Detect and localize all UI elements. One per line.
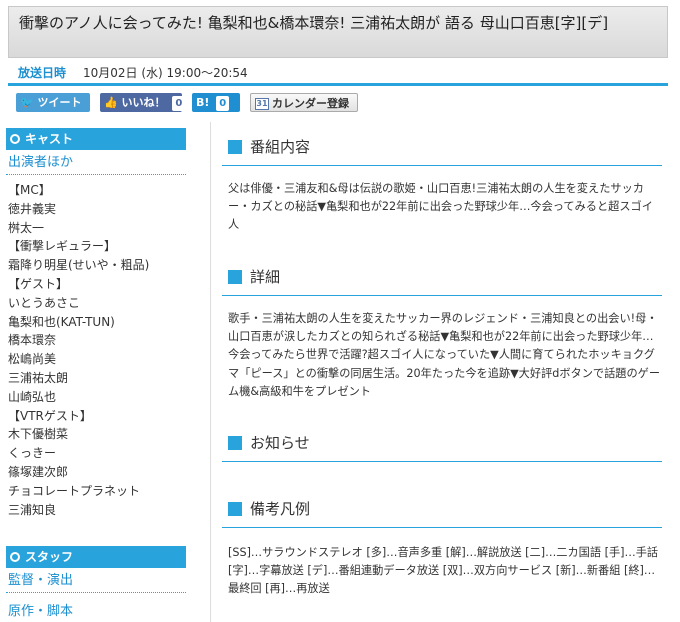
square-bullet-icon <box>228 436 242 450</box>
section-body-detail: 歌手・三浦祐太朗の人生を変えたサッカー界のレジェンド・三浦知良との出会い!母・山… <box>228 312 661 398</box>
list-item: チョコレートプラネット <box>8 483 141 498</box>
cast-list: 【MC】 徳井義実 桝太一 【衝撃レギュラー】 霜降り明星(せいや・粗品) 【ゲ… <box>6 181 186 519</box>
square-bullet-icon <box>228 502 242 516</box>
circle-bullet-icon <box>10 552 20 563</box>
list-item: 桝太一 <box>8 220 45 235</box>
airtime-value: 10月02日 (水) 19:00～20:54 <box>83 66 248 80</box>
list-item: 亀梨和也(KAT-TUN) <box>8 314 115 329</box>
section-heading-notice: お知らせ <box>222 422 662 462</box>
section-body-legend: [SS]…サラウンドステレオ [多]…音声多重 [解]…解説放送 [二]…二カ国… <box>228 546 659 596</box>
list-item: いとうあさこ <box>8 295 81 310</box>
list-item: 霜降り明星(せいや・粗品) <box>8 258 150 273</box>
cast-heading: キャスト <box>6 128 186 150</box>
square-bullet-icon <box>228 270 242 284</box>
list-item: 山崎弘也 <box>8 389 57 404</box>
staff-subheading-writer: 原作・脚本 <box>6 601 186 622</box>
sidebar: キャスト 出演者ほか 【MC】 徳井義実 桝太一 【衝撃レギュラー】 霜降り明星… <box>6 128 186 622</box>
column-divider <box>210 122 211 622</box>
staff-heading: スタッフ <box>6 546 186 569</box>
section-heading-detail: 詳細 <box>222 256 662 296</box>
cast-subheading: 出演者ほか <box>6 152 186 175</box>
list-item: 【ゲスト】 <box>8 276 69 291</box>
tweet-label: ツイート <box>37 96 82 109</box>
like-button[interactable]: 👍 いいね！ 0 <box>100 93 186 112</box>
like-count: 0 <box>172 96 186 111</box>
list-item: 三浦知良 <box>8 502 57 517</box>
section-body-program: 父は俳優・三浦友和&母は伝説の歌姫・山口百恵!三浦祐太朗の人生を変えたサッカー・… <box>228 182 653 232</box>
list-item: 木下優樹菜 <box>8 427 69 442</box>
section-heading-program: 番組内容 <box>222 126 662 166</box>
hatena-count: 0 <box>216 96 230 111</box>
like-label: いいね！ <box>121 96 166 109</box>
list-item: くっきー <box>8 446 57 461</box>
square-bullet-icon <box>228 140 242 154</box>
program-title: 衝撃のアノ人に会ってみた! 亀梨和也&橋本環奈! 三浦祐太朗が 語る 母山口百恵… <box>8 6 668 58</box>
tweet-button[interactable]: 🐦 ツイート <box>16 93 90 112</box>
calendar-register-button[interactable]: 31 カレンダー登録 <box>250 93 358 112</box>
airtime-row: 放送日時 10月02日 (水) 19:00～20:54 <box>8 64 668 86</box>
hatena-bookmark-button[interactable]: B! 0 <box>192 93 240 112</box>
list-item: 篠塚建次郎 <box>8 464 69 479</box>
section-heading-legend: 備考凡例 <box>222 488 662 528</box>
hatena-label: B! <box>196 96 210 109</box>
circle-bullet-icon <box>10 134 20 144</box>
thumbs-up-icon: 👍 <box>104 96 118 109</box>
list-item: 松嶋尚美 <box>8 352 57 367</box>
staff-subheading-director: 監督・演出 <box>6 570 186 594</box>
list-item: 【衝撃レギュラー】 <box>8 239 117 254</box>
list-item: 徳井義実 <box>8 201 57 216</box>
twitter-bird-icon: 🐦 <box>20 96 34 109</box>
list-item: 【MC】 <box>8 183 51 197</box>
calendar-icon: 31 <box>255 98 269 110</box>
list-item: 橋本環奈 <box>8 333 57 348</box>
list-item: 【VTRゲスト】 <box>8 408 92 423</box>
calendar-label: カレンダー登録 <box>272 97 349 110</box>
airtime-label: 放送日時 <box>18 66 67 80</box>
list-item: 三浦祐太朗 <box>8 370 69 385</box>
